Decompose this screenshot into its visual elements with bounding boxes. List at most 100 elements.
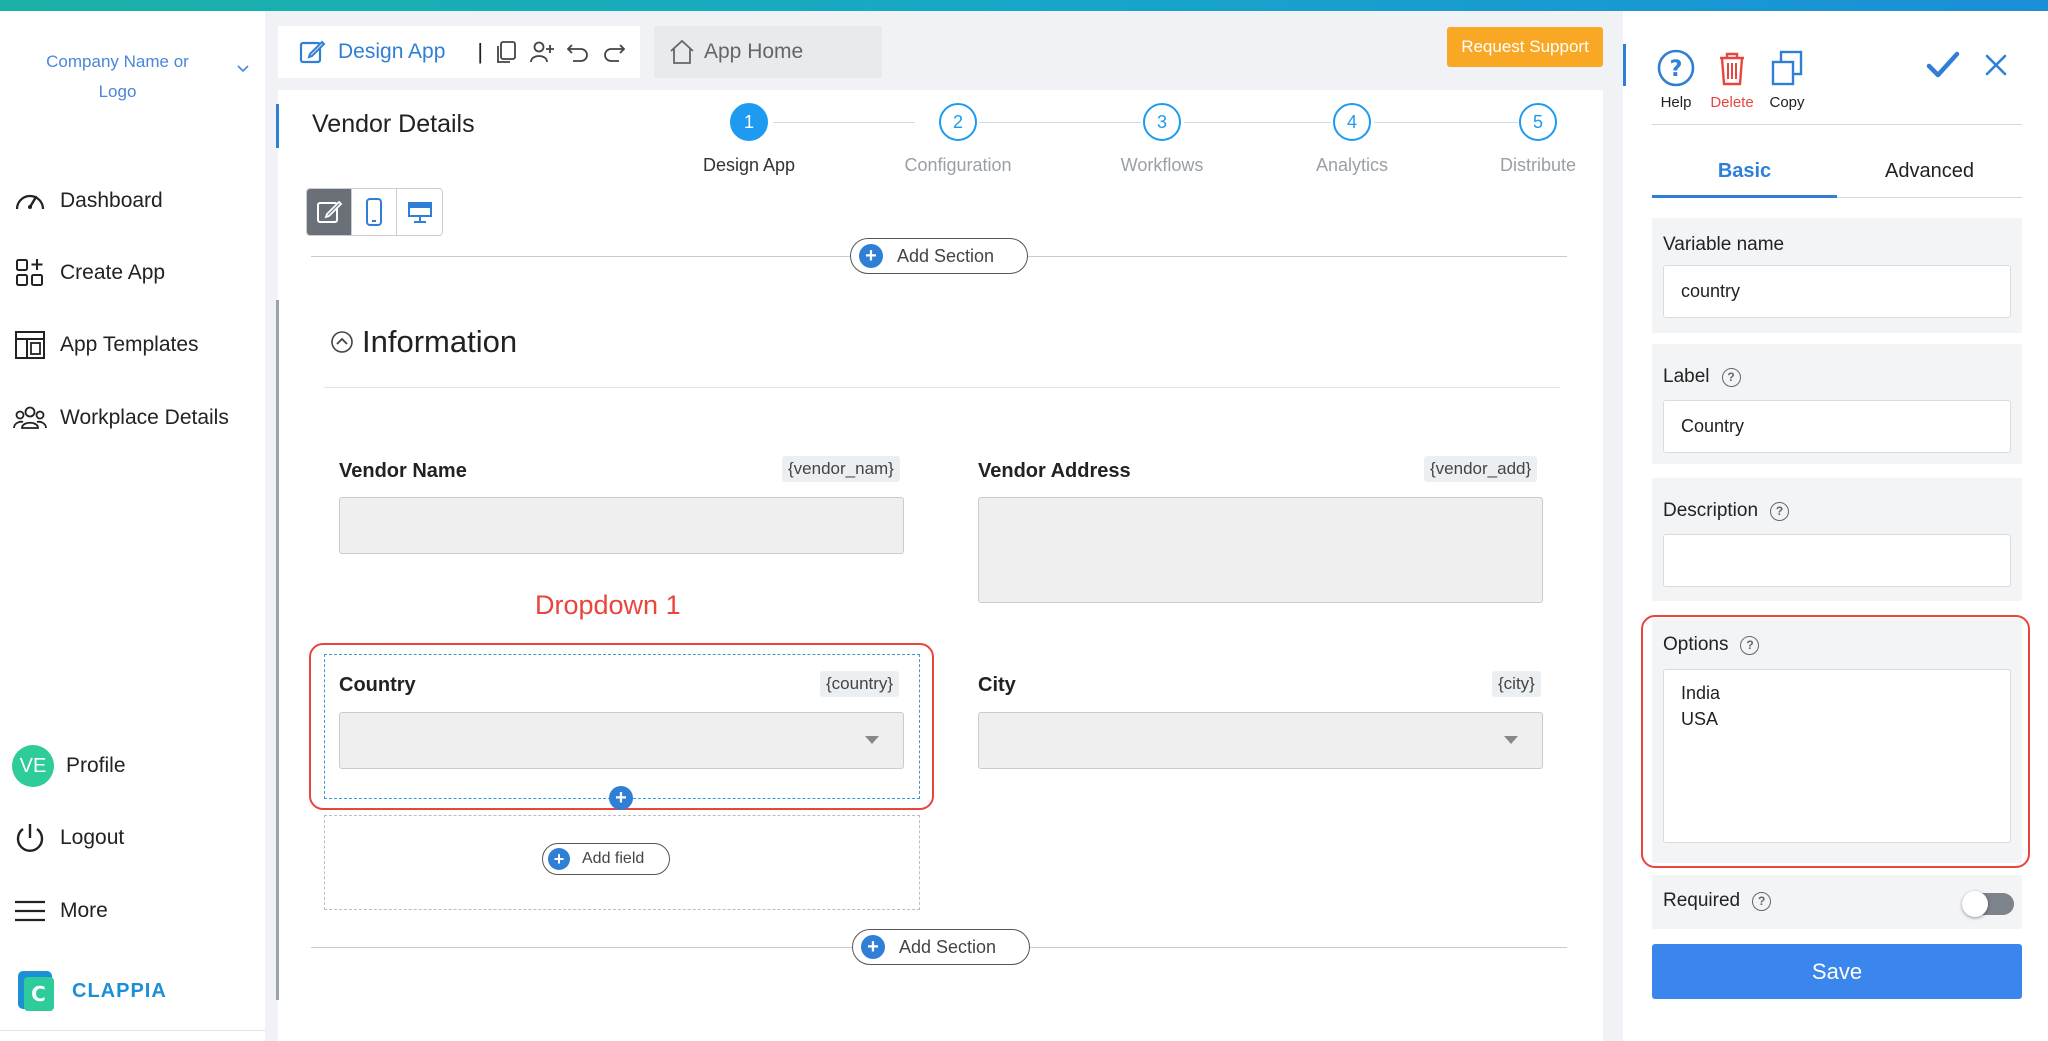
confirm-check-icon[interactable] xyxy=(1926,50,1960,80)
variable-name-label: Variable name xyxy=(1663,234,1785,255)
description-card: Description ? xyxy=(1652,478,2022,601)
vendor-address-textarea[interactable] xyxy=(978,497,1543,603)
variable-name-card: Variable name country xyxy=(1652,218,2022,333)
edit-icon xyxy=(299,40,326,64)
help-icon: ? xyxy=(1657,49,1695,87)
gauge-icon xyxy=(15,194,45,210)
help-button[interactable]: ? Help xyxy=(1651,48,1701,111)
sidebar-item-profile[interactable]: VE Profile xyxy=(12,745,126,787)
required-toggle[interactable] xyxy=(1962,891,2014,917)
sidebar-item-workplace-details[interactable]: Workplace Details xyxy=(12,398,229,438)
step-configuration[interactable]: 2 Configuration xyxy=(888,103,1028,176)
plus-icon: + xyxy=(548,848,570,870)
sidebar-item-app-templates[interactable]: App Templates xyxy=(12,325,199,365)
clappia-logo-icon: C xyxy=(18,971,54,1011)
save-button[interactable]: Save xyxy=(1652,944,2022,999)
request-support-button[interactable]: Request Support xyxy=(1447,27,1603,67)
tab-advanced[interactable]: Advanced xyxy=(1837,160,2022,183)
help-label: Help xyxy=(1660,94,1692,111)
desktop-view-button[interactable] xyxy=(397,189,442,235)
add-field-button[interactable]: + Add field xyxy=(542,843,670,875)
mobile-view-button[interactable] xyxy=(352,189,397,235)
field-label-vendor-name: Vendor Name xyxy=(339,460,467,482)
title-accent-bar xyxy=(276,104,279,148)
step-workflows[interactable]: 3 Workflows xyxy=(1092,103,1232,176)
tab-design-app[interactable]: Design App | xyxy=(278,26,640,78)
svg-text:C: C xyxy=(31,982,47,1006)
add-user-icon[interactable] xyxy=(529,39,555,65)
description-label: Description ? xyxy=(1663,500,1790,522)
sidebar-item-label: Workplace Details xyxy=(60,406,229,429)
country-dropdown[interactable] xyxy=(339,712,904,769)
chevron-up-circle-icon[interactable] xyxy=(330,330,354,354)
panel-accent-bar xyxy=(1623,44,1626,86)
variable-name-input[interactable]: country xyxy=(1663,265,2011,318)
page-title: Vendor Details xyxy=(312,110,475,138)
template-icon xyxy=(15,331,45,359)
label-field-label: Label ? xyxy=(1663,366,1741,388)
copy-label: Copy xyxy=(1769,94,1805,111)
avatar: VE xyxy=(12,745,54,787)
step-design-app[interactable]: 1 Design App xyxy=(679,103,819,176)
section-header[interactable]: Information xyxy=(330,324,517,360)
tab-basic[interactable]: Basic xyxy=(1652,160,1837,183)
required-text: Required xyxy=(1663,890,1741,911)
help-circle-icon[interactable]: ? xyxy=(1770,501,1790,521)
label-card: Label ? Country xyxy=(1652,344,2022,464)
city-dropdown[interactable] xyxy=(978,712,1543,769)
sidebar-item-create-app[interactable]: Create App xyxy=(12,253,165,293)
description-input[interactable] xyxy=(1663,534,2011,587)
copy-icon xyxy=(1771,50,1803,86)
company-logo-selector[interactable]: Company Name or Logo xyxy=(30,47,205,107)
step-label: Analytics xyxy=(1315,155,1389,175)
sidebar-item-label: App Templates xyxy=(60,333,199,356)
sidebar-item-label: Profile xyxy=(66,754,126,777)
section-title: Information xyxy=(362,324,518,359)
canvas-scrollbar[interactable] xyxy=(276,300,279,1000)
sidebar-item-label: Dashboard xyxy=(60,189,163,212)
sidebar-item-label: Create App xyxy=(60,261,166,284)
vendor-name-input[interactable] xyxy=(339,497,904,554)
step-analytics[interactable]: 4 Analytics xyxy=(1282,103,1422,176)
home-icon xyxy=(670,39,694,64)
step-distribute[interactable]: 5 Distribute xyxy=(1468,103,1608,176)
power-icon xyxy=(16,824,44,852)
edit-view-button[interactable] xyxy=(307,189,352,235)
required-label: Required ? xyxy=(1663,890,1772,912)
svg-text:?: ? xyxy=(1670,57,1683,82)
top-gradient-bar xyxy=(0,0,2048,11)
undo-icon[interactable] xyxy=(565,39,591,65)
description-text: Description xyxy=(1663,500,1759,521)
chevron-down-icon[interactable] xyxy=(236,61,250,75)
delete-button[interactable]: Delete xyxy=(1707,48,1757,111)
step-number: 1 xyxy=(730,103,768,141)
tab-app-home[interactable]: App Home xyxy=(654,26,882,78)
copy-icon[interactable] xyxy=(493,39,519,65)
variable-chip: {city} xyxy=(1492,671,1541,697)
mobile-icon xyxy=(366,198,382,226)
caret-down-icon xyxy=(865,736,879,744)
panel-divider xyxy=(1652,124,2022,125)
step-label: Workflows xyxy=(1120,155,1204,175)
redo-icon[interactable] xyxy=(601,39,627,65)
step-label: Distribute xyxy=(1499,155,1577,175)
edit-icon xyxy=(317,200,343,223)
sidebar-item-label: More xyxy=(60,899,108,922)
add-section-label: Add Section xyxy=(899,936,997,957)
close-icon[interactable] xyxy=(1985,54,2007,76)
users-icon xyxy=(13,406,47,429)
help-circle-icon[interactable]: ? xyxy=(1752,891,1772,911)
field-label-country: Country xyxy=(339,674,416,696)
copy-button[interactable]: Copy xyxy=(1762,48,1812,111)
add-section-button[interactable]: + Add Section xyxy=(850,238,1028,274)
sidebar-item-logout[interactable]: Logout xyxy=(12,818,124,858)
sidebar-item-dashboard[interactable]: Dashboard xyxy=(12,181,163,221)
trash-icon xyxy=(1720,52,1744,86)
insert-field-plus-icon[interactable]: + xyxy=(609,786,633,810)
delete-label: Delete xyxy=(1710,94,1754,111)
label-input[interactable]: Country xyxy=(1663,400,2011,453)
add-section-button[interactable]: + Add Section xyxy=(852,929,1030,965)
help-circle-icon[interactable]: ? xyxy=(1721,367,1741,387)
sidebar-item-more[interactable]: More xyxy=(12,891,108,931)
annotation-label: Dropdown 1 xyxy=(535,590,681,620)
